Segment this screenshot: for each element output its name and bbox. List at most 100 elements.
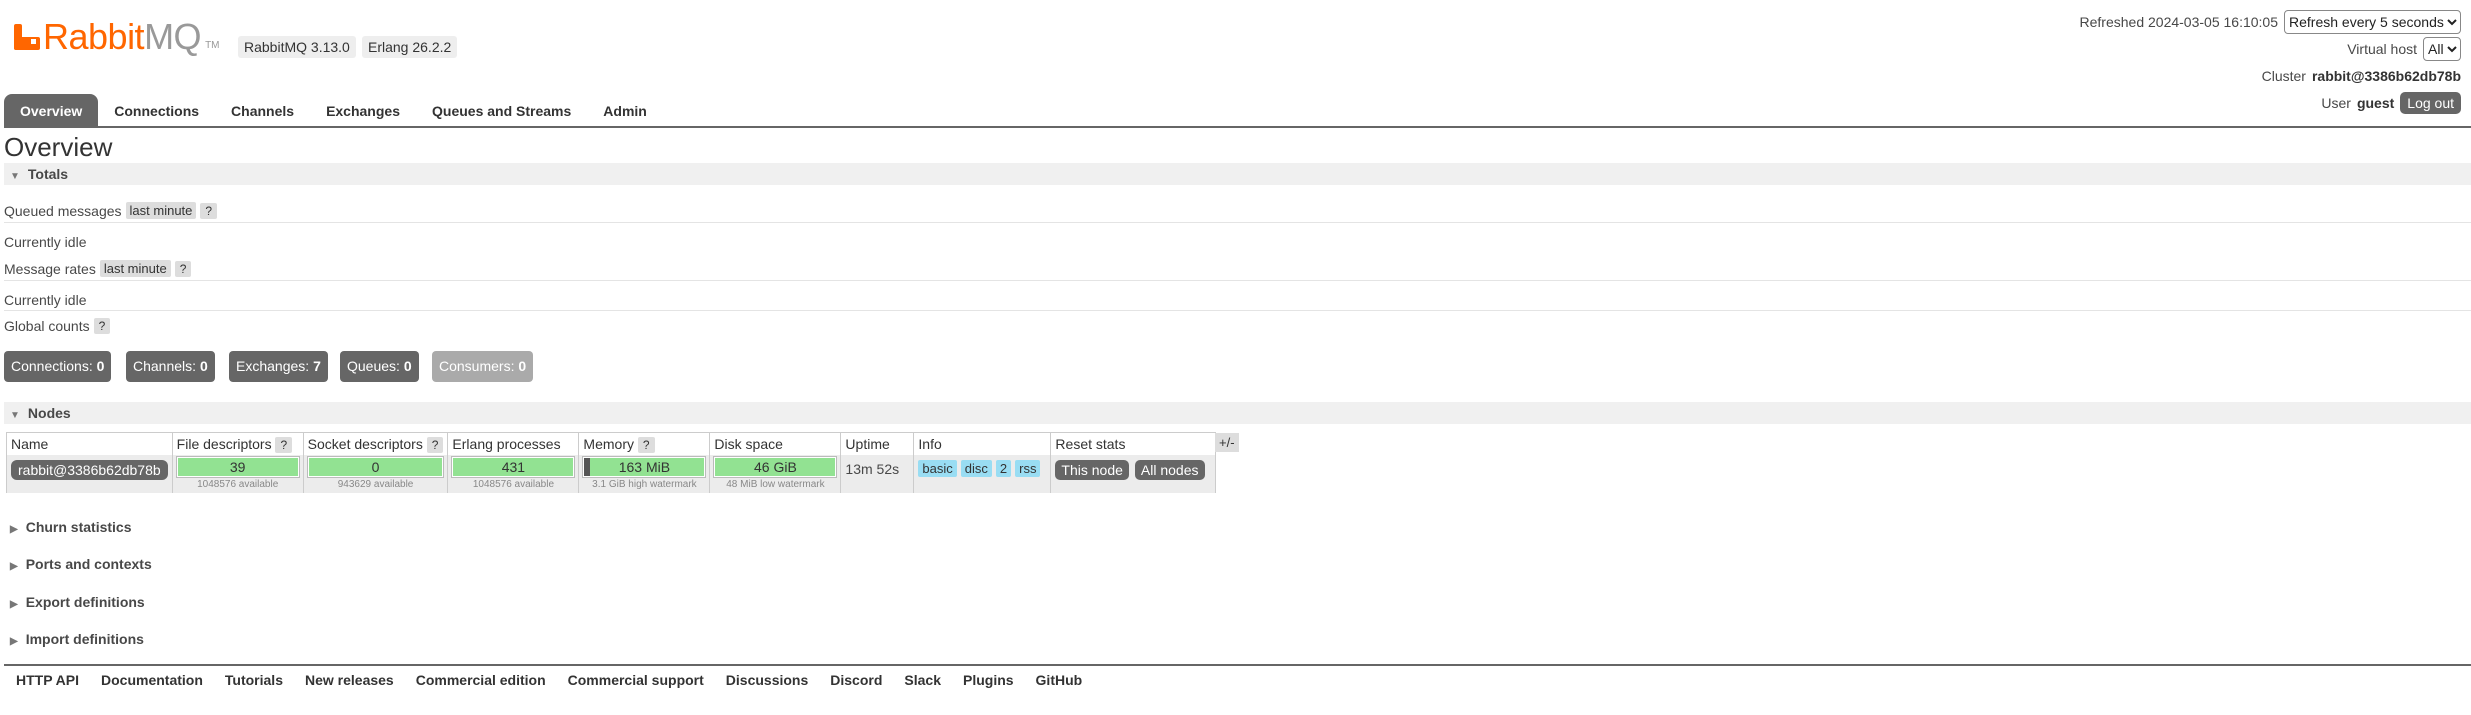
col-socket-descriptors: Socket descriptors ? [302,432,449,455]
global-help-button[interactable]: ? [93,318,111,334]
col-disk-space: Disk space [709,432,842,455]
file-descriptors-bar: 39 [175,456,300,478]
col-memory: Memory ? [578,432,711,455]
footer-link-commercial-edition[interactable]: Commercial edition [416,672,546,688]
triangle-down-icon: ▼ [10,171,20,182]
socket-descriptors-available: 943629 available [337,479,414,490]
socket-desc-help-button[interactable]: ? [426,437,444,453]
col-reset-stats: Reset stats [1050,432,1216,455]
queued-help-button[interactable]: ? [200,202,218,219]
columns-toggle-button[interactable]: +/- [1215,433,1239,452]
tab-connections[interactable]: Connections [98,94,215,126]
rabbitmq-logo[interactable]: Rabbit MQ TM [14,17,220,57]
tab-overview[interactable]: Overview [4,94,99,126]
triangle-right-icon: ▶ [10,599,18,610]
user-label: User [2321,94,2351,111]
nodes-section-header[interactable]: ▼ Nodes [4,402,2471,424]
erlang-processes-available: 1048576 available [472,479,555,490]
rates-help-button[interactable]: ? [174,260,192,277]
tab-admin[interactable]: Admin [587,94,663,126]
reset-all-nodes-button[interactable]: All nodes [1134,460,1205,480]
footer-link-commercial-support[interactable]: Commercial support [568,672,704,688]
rabbit-icon [14,24,40,50]
cluster-label: Cluster [2261,67,2306,84]
global-counts-label: Global counts [4,318,90,334]
memory-bar: 163 MiB [582,456,707,478]
reset-this-node-button[interactable]: This node [1055,460,1129,480]
uptime-value: 13m 52s [845,461,900,477]
triangle-down-icon: ▼ [10,410,20,421]
node-name-link[interactable]: rabbit@3386b62db78b [11,460,168,480]
info-chip-count: 2 [995,460,1012,477]
footer-link-slack[interactable]: Slack [904,672,941,688]
logo-tm: TM [205,40,220,51]
footer-link-discord[interactable]: Discord [830,672,882,688]
socket-descriptors-bar: 0 [306,456,445,478]
queued-period-chip[interactable]: last minute [125,202,197,219]
file-descriptors-available: 1048576 available [197,479,279,490]
exchanges-count-button[interactable]: Exchanges: 7 [229,351,328,382]
rates-status: Currently idle [4,292,87,308]
logo-text-mq: MQ [144,16,202,57]
file-desc-help-button[interactable]: ? [275,437,293,453]
nodes-heading: Nodes [27,405,71,421]
info-chip-basic: basic [918,460,957,477]
churn-statistics-section[interactable]: ▶ Churn statistics [4,516,132,538]
col-name: Name [6,432,173,455]
divider [4,222,2471,223]
global-counts-row: Global counts ? [4,318,111,334]
ports-and-contexts-section[interactable]: ▶ Ports and contexts [4,553,152,575]
export-definitions-section[interactable]: ▶ Export definitions [4,591,145,613]
table-header-row: Name File descriptors ? Socket descripto… [6,432,1216,455]
totals-section-header[interactable]: ▼ Totals [4,163,2471,185]
message-rates-row: Message rates last minute ? [4,260,192,277]
disk-space-bar: 46 GiB [713,456,838,478]
connections-count-button[interactable]: Connections: 0 [4,351,112,382]
consumers-count-button[interactable]: Consumers: 0 [432,351,534,382]
vhost-label: Virtual host [2347,40,2417,57]
col-info: Info [913,432,1052,455]
import-definitions-section[interactable]: ▶ Import definitions [4,628,144,650]
col-file-descriptors: File descriptors ? [171,432,304,455]
queued-messages-row: Queued messages last minute ? [4,202,218,219]
info-chip-disc: disc [960,460,992,477]
page-title: Overview [4,132,113,162]
footer-link-github[interactable]: GitHub [1036,672,1083,688]
memory-watermark: 3.1 GiB high watermark [592,479,697,490]
vhost-select[interactable]: All [2423,36,2461,61]
footer-link-documentation[interactable]: Documentation [101,672,203,688]
footer-link-tutorials[interactable]: Tutorials [225,672,283,688]
triangle-right-icon: ▶ [10,561,18,572]
logout-button[interactable]: Log out [2400,91,2461,114]
triangle-right-icon: ▶ [10,636,18,647]
queued-messages-label: Queued messages [4,202,122,219]
tab-channels[interactable]: Channels [215,94,310,126]
queues-count-button[interactable]: Queues: 0 [340,351,419,382]
cluster-name: rabbit@3386b62db78b [2311,67,2461,84]
memory-level-fill [584,458,591,476]
disk-space-watermark: 48 MiB low watermark [726,479,825,490]
memory-value: 163 MiB [618,459,671,475]
col-uptime: Uptime [840,432,915,455]
footer-link-new-releases[interactable]: New releases [305,672,394,688]
message-rates-label: Message rates [4,260,96,277]
channels-count-button[interactable]: Channels: 0 [126,351,215,382]
divider [4,280,2471,281]
footer-link-discussions[interactable]: Discussions [726,672,808,688]
footer-link-http-api[interactable]: HTTP API [16,672,79,688]
triangle-right-icon: ▶ [10,524,18,535]
footer-link-plugins[interactable]: Plugins [963,672,1014,688]
tab-divider [4,126,2471,128]
tab-exchanges[interactable]: Exchanges [310,94,416,126]
col-erlang-processes: Erlang processes [447,432,580,455]
totals-heading: Totals [27,166,69,182]
rabbitmq-version: RabbitMQ 3.13.0 [238,36,356,58]
queued-status: Currently idle [4,234,87,250]
refresh-select[interactable]: Refresh every 5 seconds [2284,9,2461,34]
tab-queues-and-streams[interactable]: Queues and Streams [416,94,587,126]
divider [4,310,2471,311]
rates-period-chip[interactable]: last minute [99,260,171,277]
table-row: rabbit@3386b62db78b 39 1048576 available… [6,455,1216,493]
memory-help-button[interactable]: ? [637,437,655,453]
erlang-processes-bar: 431 [451,456,576,478]
